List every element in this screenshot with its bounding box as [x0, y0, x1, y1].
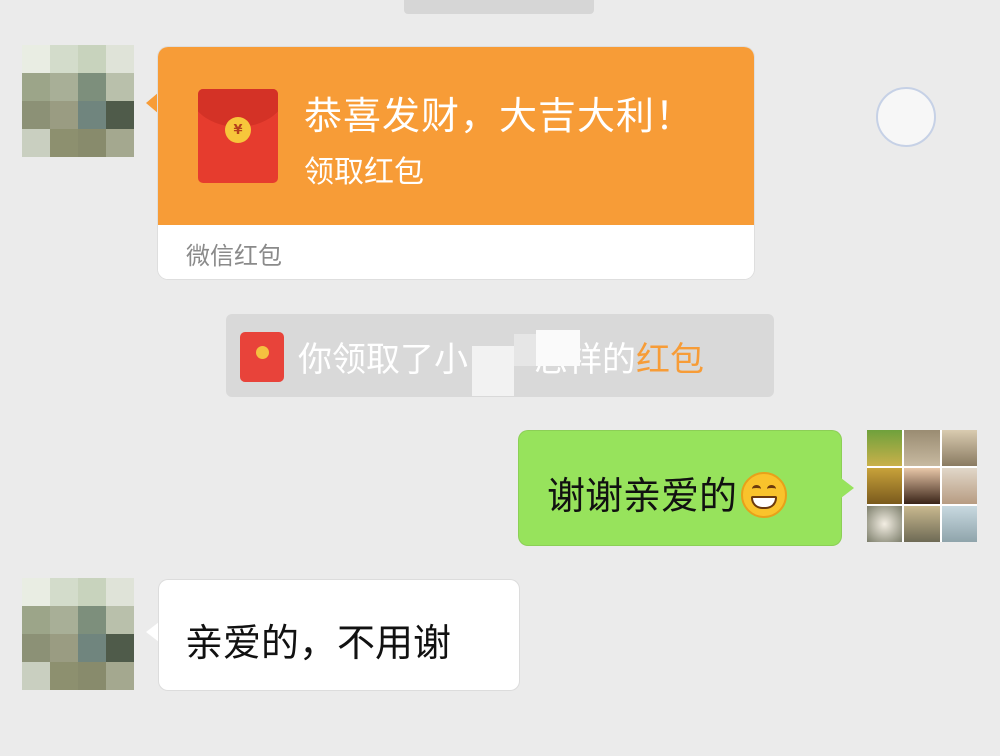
coin-icon: ¥	[225, 117, 251, 143]
outgoing-message: 谢谢亲爱的	[547, 465, 788, 522]
notice-red-packet-link[interactable]: 红包	[636, 340, 704, 380]
red-packet-header[interactable]: ¥ 恭喜发财，大吉大利！ 领取红包	[158, 47, 754, 225]
outgoing-message-text: 谢谢亲爱的	[547, 474, 738, 518]
incoming-bubble-tail	[146, 622, 159, 642]
red-packet-icon	[240, 332, 284, 382]
redaction-mask	[472, 346, 514, 396]
outgoing-bubble-tail	[841, 478, 854, 498]
red-packet-message[interactable]: ¥ 恭喜发财，大吉大利！ 领取红包 微信红包	[158, 47, 754, 279]
timestamp-stub	[404, 0, 594, 14]
grin-emoji-icon	[741, 471, 788, 518]
select-circle-icon[interactable]	[876, 87, 936, 147]
red-packet-footer: 微信红包	[158, 225, 754, 279]
red-packet-title: 恭喜发财，大吉大利！	[304, 94, 695, 138]
contact-avatar[interactable]	[22, 578, 134, 690]
red-packet-brand: 微信红包	[186, 242, 282, 270]
red-packet-action: 领取红包	[304, 155, 424, 190]
redaction-mask	[514, 334, 536, 366]
incoming-message-bubble[interactable]: 亲爱的，不用谢	[159, 580, 519, 690]
notice-prefix: 你领取了小	[298, 340, 468, 380]
outgoing-message-bubble[interactable]: 谢谢亲爱的	[519, 431, 841, 545]
incoming-message-text: 亲爱的，不用谢	[185, 621, 452, 665]
contact-avatar[interactable]	[22, 45, 134, 157]
redaction-mask	[536, 330, 580, 366]
my-avatar[interactable]	[867, 430, 977, 542]
red-envelope-icon: ¥	[198, 89, 278, 183]
